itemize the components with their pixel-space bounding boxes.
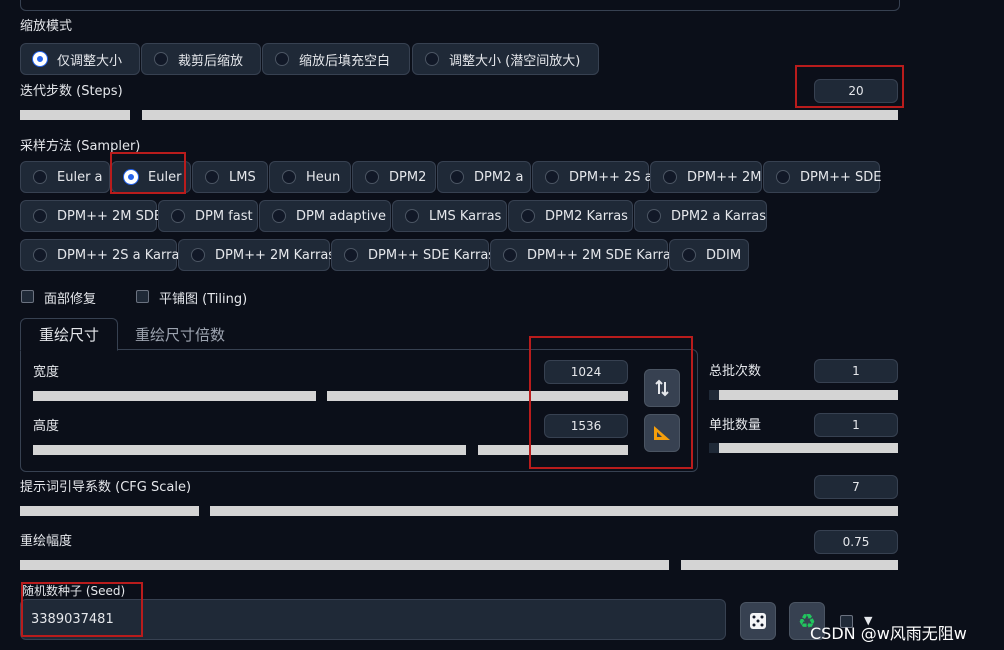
sampler-option-dpm2[interactable]: DPM2 <box>352 161 436 193</box>
height-slider-track[interactable] <box>33 445 466 455</box>
sampler-option-dpmpp-2m-sde[interactable]: DPM++ 2M SDE <box>20 200 162 232</box>
radio-icon <box>205 170 219 184</box>
sampler-option-dpm2-karras[interactable]: DPM2 Karras <box>508 200 633 232</box>
radio-selected-icon <box>33 52 47 66</box>
tiling-label: 平铺图 (Tiling) <box>159 292 248 307</box>
batch-size-label: 单批数量 <box>709 418 762 433</box>
resize-mode-option[interactable]: 缩放后填充空白 <box>262 43 410 75</box>
tab-resize-to[interactable]: 重绘尺寸 <box>20 318 118 351</box>
random-seed-button[interactable] <box>740 602 776 640</box>
watermark-text: CSDN @w风雨无阻w <box>810 624 967 643</box>
sampler-option-euler-a[interactable]: Euler a <box>20 161 110 193</box>
denoise-slider-track-right[interactable] <box>681 560 898 570</box>
radio-icon <box>275 52 289 66</box>
radio-icon <box>647 209 661 223</box>
cfg-label: 提示词引导系数 (CFG Scale) <box>20 480 192 495</box>
radio-icon <box>521 209 535 223</box>
steps-slider-track-right[interactable] <box>142 110 898 120</box>
radio-icon <box>450 170 464 184</box>
width-slider-track[interactable] <box>33 391 316 401</box>
batch-count-label: 总批次数 <box>709 364 762 379</box>
face-restore-label: 面部修复 <box>44 292 97 307</box>
sampler-option-dpmpp-sde-karras[interactable]: DPM++ SDE Karras <box>331 239 495 271</box>
radio-icon <box>33 170 47 184</box>
batch-size-slider-track[interactable] <box>709 443 898 453</box>
radio-icon <box>682 248 696 262</box>
batch-count-input[interactable]: 1 <box>814 359 898 383</box>
dice-icon <box>750 613 766 629</box>
tiling-checkbox[interactable] <box>136 290 149 303</box>
sampler-option-dpm-fast[interactable]: DPM fast <box>158 200 258 232</box>
radio-icon <box>171 209 185 223</box>
denoise-input[interactable]: 0.75 <box>814 530 898 554</box>
radio-icon <box>154 52 168 66</box>
steps-label: 迭代步数 (Steps) <box>20 84 123 99</box>
radio-icon <box>503 248 517 262</box>
radio-icon <box>365 170 379 184</box>
width-label: 宽度 <box>33 365 60 380</box>
radio-icon <box>405 209 419 223</box>
radio-icon <box>663 170 677 184</box>
cfg-slider-track-right[interactable] <box>210 506 898 516</box>
batch-size-input[interactable]: 1 <box>814 413 898 437</box>
sampler-option-lms[interactable]: LMS <box>192 161 268 193</box>
highlight-box <box>795 65 904 108</box>
batch-count-slider-track[interactable] <box>709 390 898 400</box>
radio-icon <box>282 170 296 184</box>
batch-size-slider-thumb[interactable] <box>709 443 719 453</box>
previous-panel-edge <box>20 0 900 11</box>
sampler-option-dpmpp-2m-sde-karras[interactable]: DPM++ 2M SDE Karras <box>490 239 678 271</box>
resize-mode-option[interactable]: 调整大小 (潜空间放大) <box>412 43 599 75</box>
sampler-option-dpmpp-2s-a-karras[interactable]: DPM++ 2S a Karras <box>20 239 186 271</box>
sampler-option-ddim[interactable]: DDIM <box>669 239 749 271</box>
height-label: 高度 <box>33 419 60 434</box>
radio-icon <box>33 209 47 223</box>
radio-icon <box>33 248 47 262</box>
radio-icon <box>776 170 790 184</box>
face-restore-checkbox[interactable] <box>21 290 34 303</box>
batch-count-slider-thumb[interactable] <box>709 390 719 400</box>
radio-icon <box>344 248 358 262</box>
cfg-slider-track[interactable] <box>20 506 199 516</box>
sampler-option-lms-karras[interactable]: LMS Karras <box>392 200 507 232</box>
resize-mode-label: 缩放模式 <box>20 19 73 34</box>
denoise-slider-track[interactable] <box>20 560 669 570</box>
sampler-option-dpmpp-2m-karras[interactable]: DPM++ 2M Karras <box>178 239 335 271</box>
radio-icon <box>425 52 439 66</box>
sampler-option-dpm2-a[interactable]: DPM2 a <box>437 161 531 193</box>
cfg-input[interactable]: 7 <box>814 475 898 499</box>
denoise-label: 重绘幅度 <box>20 534 73 549</box>
radio-icon <box>191 248 205 262</box>
highlight-box <box>110 152 186 194</box>
sampler-option-dpmpp-sde[interactable]: DPM++ SDE <box>763 161 881 193</box>
sampler-option-dpmpp-2s-a[interactable]: DPM++ 2S a <box>532 161 653 193</box>
resize-mode-option[interactable]: 仅调整大小 <box>20 43 140 75</box>
highlight-box <box>21 582 143 637</box>
sampler-option-dpmpp-2m[interactable]: DPM++ 2M <box>650 161 762 193</box>
radio-icon <box>545 170 559 184</box>
sampler-option-dpm2-a-karras[interactable]: DPM2 a Karras <box>634 200 767 232</box>
sampler-option-heun[interactable]: Heun <box>269 161 351 193</box>
radio-icon <box>272 209 286 223</box>
resize-mode-option[interactable]: 裁剪后缩放 <box>141 43 261 75</box>
steps-slider-track[interactable] <box>20 110 130 120</box>
tab-resize-by[interactable]: 重绘尺寸倍数 <box>135 324 225 345</box>
highlight-box <box>529 336 693 469</box>
sampler-option-dpm-adaptive[interactable]: DPM adaptive <box>259 200 391 232</box>
